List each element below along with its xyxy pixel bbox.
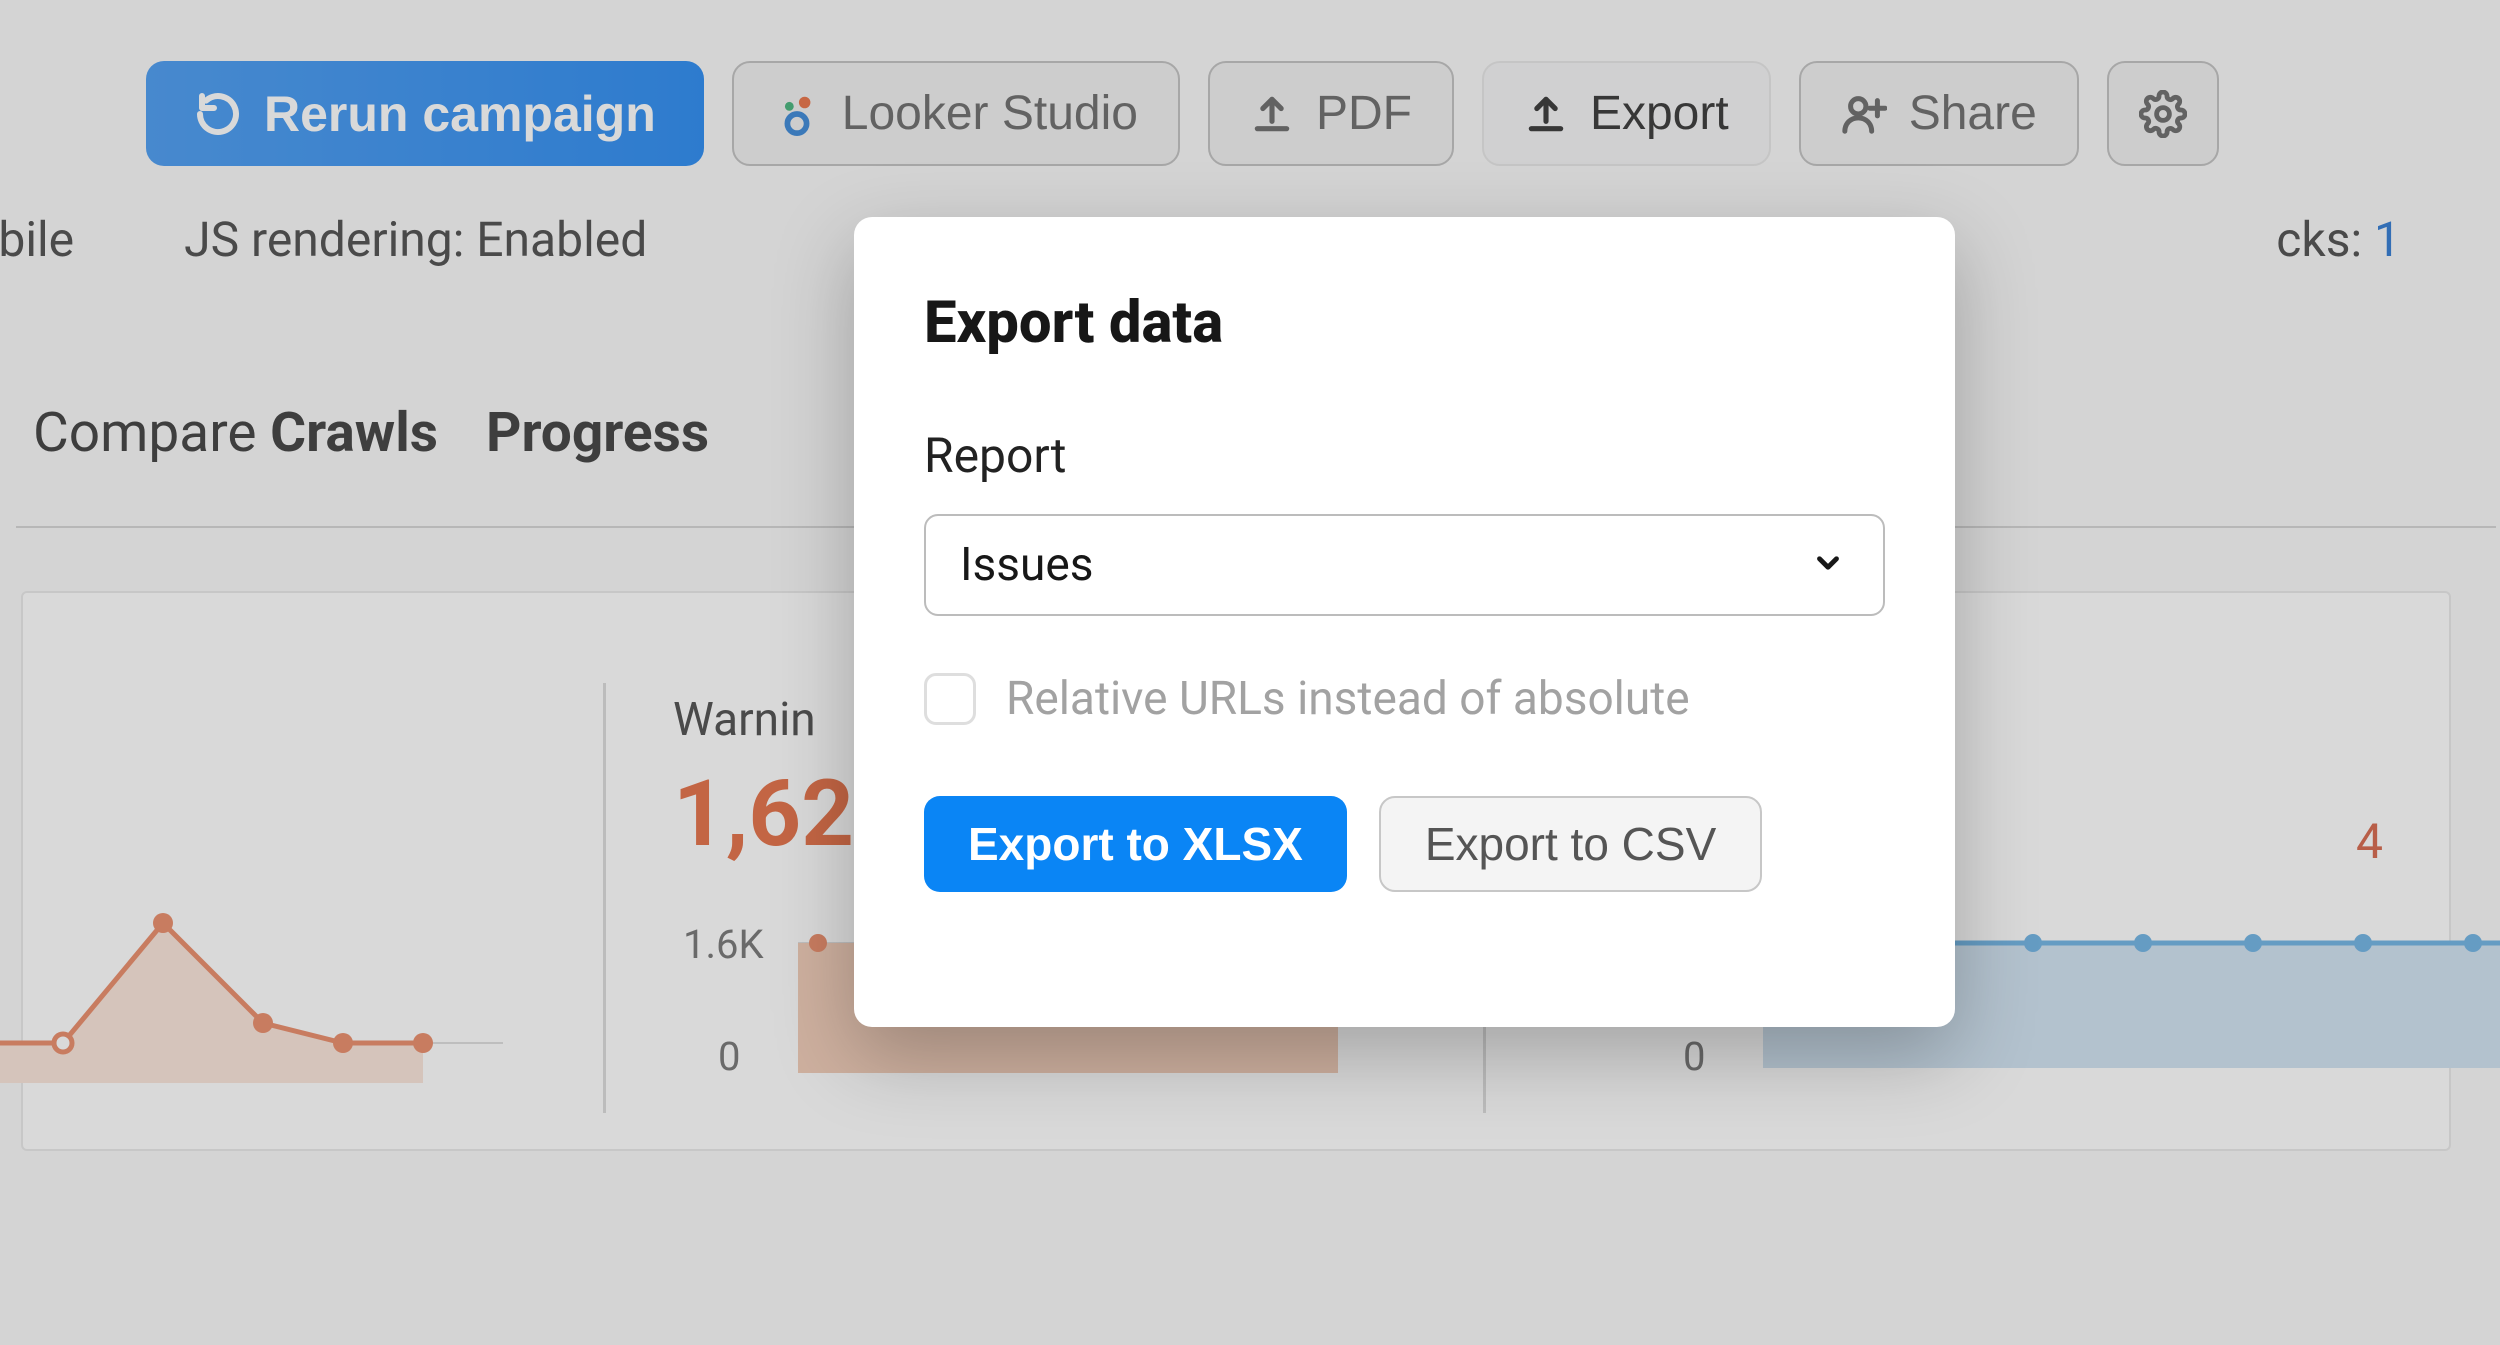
relative-urls-label: Relative URLs instead of absolute [1006,672,1690,726]
popover-actions: Export to XLSX Export to CSV [924,796,1885,892]
export-csv-button[interactable]: Export to CSV [1379,796,1762,892]
export-xlsx-button[interactable]: Export to XLSX [924,796,1347,892]
relative-urls-row[interactable]: Relative URLs instead of absolute [924,672,1885,726]
chevron-down-icon [1811,538,1845,592]
relative-urls-checkbox[interactable] [924,673,976,725]
report-field-label: Report [924,427,1885,484]
export-popover: Export data Report Issues Relative URLs … [854,217,1955,1027]
report-select[interactable]: Issues [924,514,1885,616]
popover-title: Export data [924,289,1885,357]
report-select-value: Issues [960,538,1094,592]
